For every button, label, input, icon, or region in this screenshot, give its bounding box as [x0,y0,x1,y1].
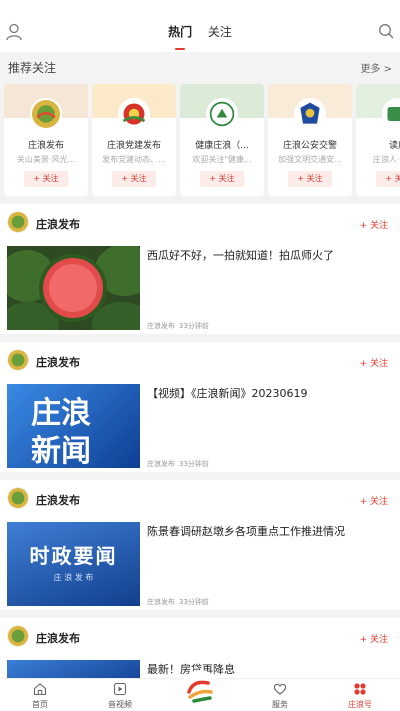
avatar[interactable] [7,625,29,647]
follow-button[interactable]: + 关注 [360,218,388,231]
follow-button[interactable]: + 关注 [288,171,332,187]
more-link[interactable]: 更多 > [360,60,392,75]
post-thumbnail[interactable]: 时政要闻 庄 浪 发 布 [7,522,140,606]
post-author[interactable]: 庄浪发布 [36,630,80,646]
post-thumbnail[interactable] [7,660,140,678]
tab-hot[interactable]: 热门 [168,23,192,50]
card-desc: 关山美景·风光... [16,155,76,164]
heart-icon [273,683,287,695]
card-name: 庄浪党建发布 [106,141,161,151]
follow-button[interactable]: + 关注 [200,171,244,187]
post-title[interactable]: 【视频】《庄浪新闻》20230619 [147,386,392,401]
follow-button[interactable]: + 关注 [360,356,388,369]
avatar[interactable] [7,487,29,509]
card-desc: 加强文明交通安... [278,155,342,164]
post-source: 庄浪发布 [147,322,175,330]
top-tabs: 热门 关注 [0,23,400,50]
post-meta: 庄浪发布 33分钟前 [147,597,209,607]
top-bar: 热门 关注 [0,0,400,52]
post-source: 庄浪发布 [147,598,175,606]
avatar [382,98,400,130]
avatar[interactable] [7,349,29,371]
logo-icon [187,680,213,703]
avatar [294,98,326,130]
card-name: 庄浪发布 [27,141,64,151]
video-icon [113,682,127,696]
avatar [118,98,150,130]
recommend-row: 庄浪发布 关山美景·风光... + 关注 庄浪党建发布 发布党建动态、... +… [0,84,400,196]
post-author[interactable]: 庄浪发布 [36,492,80,508]
recommend-header: 推荐关注 更多 > [0,52,400,80]
thumbnail-text: 时政要闻 [29,544,118,568]
tab-follow[interactable]: 关注 [208,23,232,40]
avatar [30,98,62,130]
post-time: 33分钟前 [179,460,209,468]
post-time: 33分钟前 [179,322,209,330]
post-meta: 庄浪发布 33分钟前 [147,459,209,469]
thumbnail-subtext: 庄 浪 发 布 [53,573,94,582]
post-author[interactable]: 庄浪发布 [36,216,80,232]
nav-label: 服务 [272,700,288,709]
post-time: 33分钟前 [179,598,209,606]
nav-label: 庄浪号 [348,700,372,709]
card-name: 健康庄浪（... [195,141,249,151]
follow-button[interactable]: + 关注 [112,171,156,187]
grid-icon [354,683,366,695]
card-name: 读庄 [388,141,400,151]
post-thumbnail[interactable] [7,246,140,330]
recommend-card[interactable]: 庄浪发布 关山美景·风光... + 关注 [4,84,88,196]
follow-button[interactable]: + 关注 [360,632,388,645]
card-name: 庄浪公安交警 [282,141,337,151]
card-desc: 欢迎关注"健康... [192,155,252,164]
feed-post[interactable]: 庄浪发布 + 关注 庄浪 新闻 【视频】《庄浪新闻》20230619 庄浪发布 3… [0,342,400,472]
nav-zhuanglang-hao[interactable]: 庄浪号 [320,679,400,711]
thumbnail-text: 新闻 [31,434,91,468]
bottom-nav: 首页 音视频 服务 庄浪号 [0,670,400,711]
post-title[interactable]: 陈景春调研赵墩乡各项重点工作推进情况 [147,524,392,539]
follow-button[interactable]: + 关注 [360,494,388,507]
nav-center-logo[interactable] [180,670,220,710]
nav-label: 音视频 [108,700,132,709]
recommend-card[interactable]: 庄浪公安交警 加强文明交通安... + 关注 [268,84,352,196]
nav-video[interactable]: 音视频 [80,679,160,711]
follow-button[interactable]: + 关注 [24,171,68,187]
post-author[interactable]: 庄浪发布 [36,354,80,370]
avatar[interactable] [7,211,29,233]
post-thumbnail[interactable]: 庄浪 新闻 [7,384,140,468]
post-title[interactable]: 西瓜好不好，一拍就知道！拍瓜师火了 [147,248,392,263]
recommend-card[interactable]: 庄浪党建发布 发布党建动态、... + 关注 [92,84,176,196]
avatar [206,98,238,130]
follow-button[interactable]: + 关注 [376,171,400,187]
recommend-title: 推荐关注 [8,61,57,75]
feed-post[interactable]: 庄浪发布 + 关注 时政要闻 庄 浪 发 布 陈景春调研赵墩乡各项重点工作推进情… [0,480,400,610]
home-icon [33,683,47,696]
card-desc: 庄浪人·庄浪... [372,155,400,164]
search-icon[interactable] [378,23,394,39]
card-desc: 发布党建动态、... [102,155,166,164]
nav-label: 首页 [32,700,48,709]
recommend-card[interactable]: 读庄 庄浪人·庄浪... + 关注 [356,84,400,196]
feed-post[interactable]: 庄浪发布 + 关注 最新！房贷再降息 [0,618,400,678]
recommend-card[interactable]: 健康庄浪（... 欢迎关注"健康... + 关注 [180,84,264,196]
post-meta: 庄浪发布 33分钟前 [147,321,209,331]
feed-post[interactable]: 庄浪发布 + 关注 西瓜好不好，一拍就知道！拍瓜师火了 庄浪发布 33分钟前 [0,204,400,334]
nav-home[interactable]: 首页 [0,679,80,711]
post-source: 庄浪发布 [147,460,175,468]
nav-service[interactable]: 服务 [240,679,320,711]
